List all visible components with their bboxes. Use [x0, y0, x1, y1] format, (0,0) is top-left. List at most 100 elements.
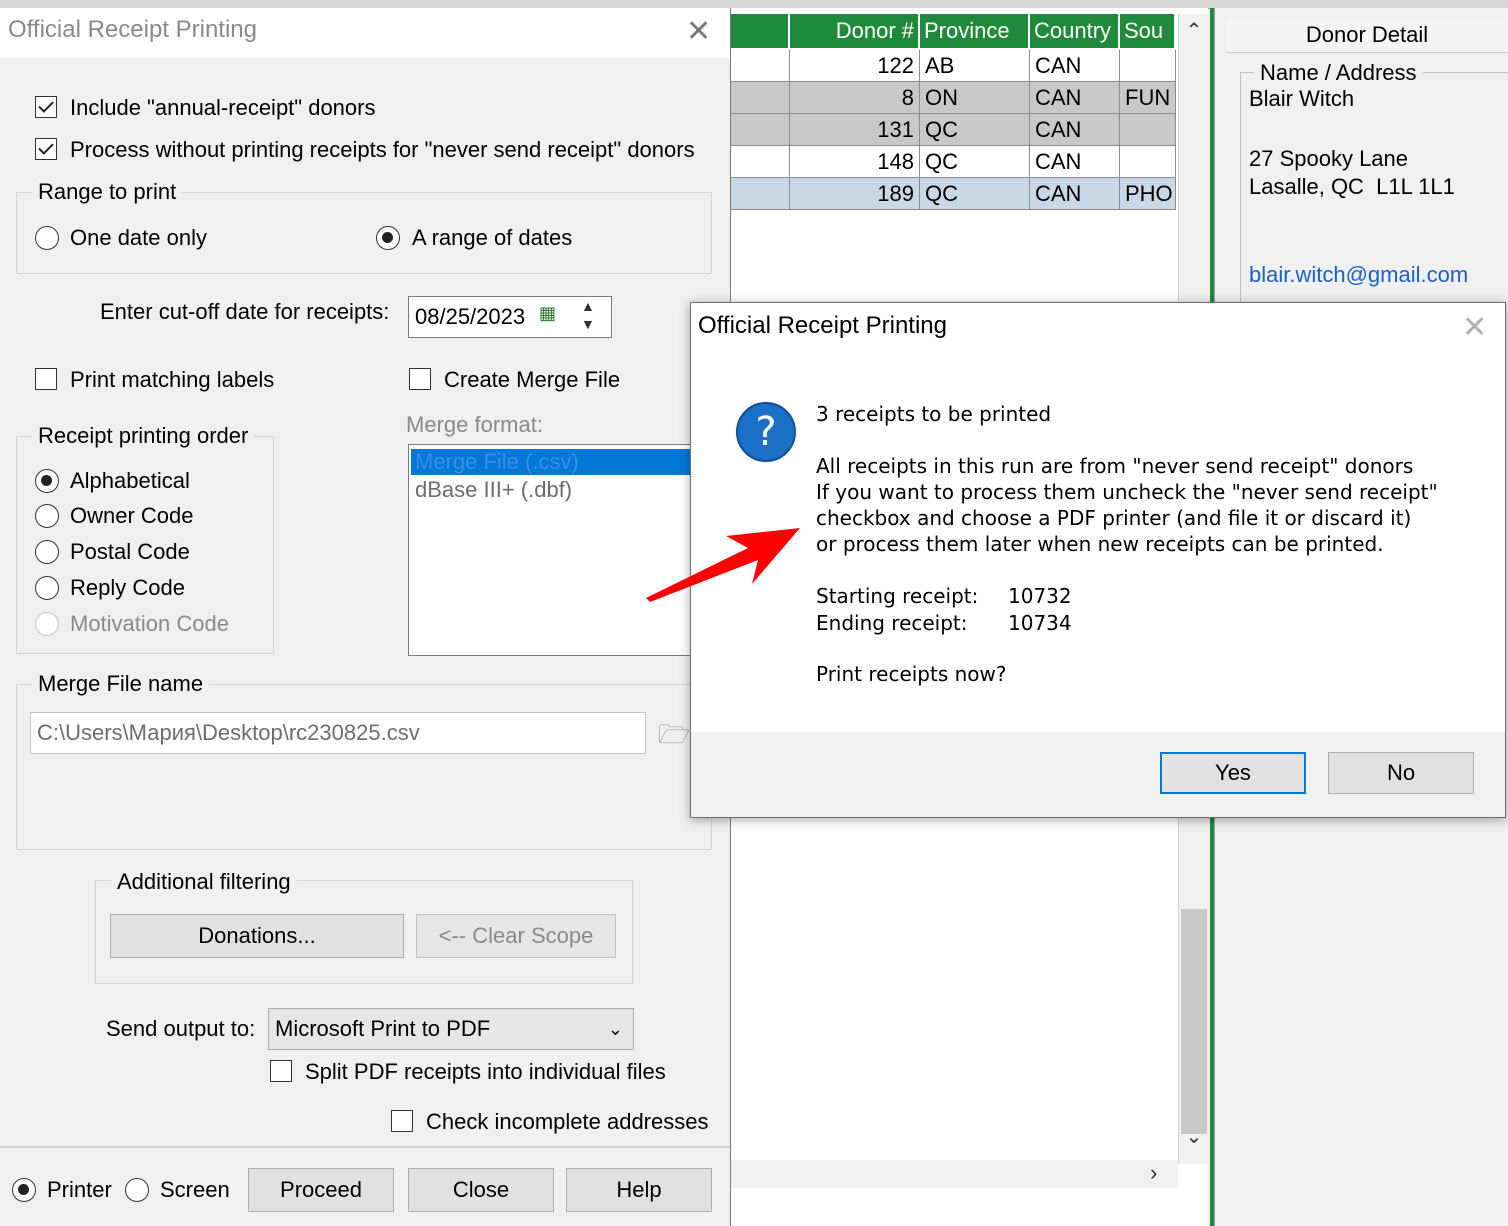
donor-address-line1: 27 Spooky Lane	[1249, 146, 1409, 171]
ending-receipt-value: 10734	[1008, 611, 1072, 635]
donor-name: Blair Witch	[1249, 86, 1355, 111]
range-group-label: Range to print	[32, 179, 183, 205]
donor-email-link[interactable]: blair.witch@gmail.com	[1249, 262, 1468, 288]
message-box-title: Official Receipt Printing	[698, 312, 947, 339]
scroll-right-icon[interactable]: ›	[1150, 1160, 1157, 1186]
col-province[interactable]: Province	[920, 14, 1030, 48]
scroll-up-icon[interactable]: ⌃	[1179, 18, 1209, 43]
col-source[interactable]: Sou	[1120, 14, 1176, 48]
table-row[interactable]: 122 AB CAN	[730, 50, 1176, 82]
cell-donor: 131	[790, 114, 920, 146]
output-screen-radio[interactable]	[125, 1178, 149, 1202]
calendar-icon[interactable]: ▦	[539, 303, 556, 324]
output-printer-value: Microsoft Print to PDF	[275, 1016, 491, 1041]
folder-browse-icon[interactable]: 🗁	[658, 716, 690, 760]
cell-source	[1120, 146, 1176, 178]
output-screen-radio-label: Screen	[160, 1177, 230, 1202]
order-motivation-radio	[35, 612, 59, 636]
cell-source: FUN	[1120, 82, 1176, 114]
split-pdf-label: Split PDF receipts into individual files	[305, 1059, 666, 1084]
bottom-separator	[0, 1146, 730, 1148]
scrollbar-thumb[interactable]	[1181, 909, 1207, 1134]
split-pdf-checkbox[interactable]	[270, 1060, 292, 1082]
message-line-3: checkbox and choose a PDF printer (and f…	[816, 506, 1412, 530]
close-button[interactable]: Close	[408, 1168, 554, 1212]
dialog-title: Official Receipt Printing	[8, 16, 257, 43]
order-alphabetical-radio[interactable]	[35, 469, 59, 493]
merge-format-option-dbf[interactable]: dBase III+ (.dbf)	[415, 477, 572, 503]
col-country[interactable]: Country	[1030, 14, 1120, 48]
process-without-checkbox[interactable]	[35, 138, 57, 160]
proceed-button[interactable]: Proceed	[248, 1168, 394, 1212]
output-printer-radio-label: Printer	[47, 1177, 112, 1202]
cell-province: QC	[920, 178, 1030, 210]
table-row[interactable]: 131 QC CAN	[730, 114, 1176, 146]
merge-name-label: Merge File name	[32, 671, 210, 697]
cell-province: ON	[920, 82, 1030, 114]
order-owner-radio[interactable]	[35, 504, 59, 528]
table-row[interactable]: 148 QC CAN	[730, 146, 1176, 178]
cell-country: CAN	[1030, 50, 1120, 82]
order-group-label: Receipt printing order	[32, 423, 255, 449]
cell-source	[1120, 114, 1176, 146]
starting-receipt-value: 10732	[1008, 584, 1072, 608]
cell-donor: 189	[790, 178, 920, 210]
order-postal-radio[interactable]	[35, 540, 59, 564]
send-output-label: Send output to:	[106, 1016, 256, 1041]
order-owner-label: Owner Code	[70, 503, 194, 528]
grid-horizontal-scrollbar[interactable]: ›	[730, 1160, 1178, 1188]
merge-file-name-input[interactable]: C:\Users\Мария\Desktop\rc230825.csv	[30, 712, 646, 754]
yes-button[interactable]: Yes	[1160, 752, 1306, 794]
check-incomplete-checkbox[interactable]	[391, 1110, 413, 1132]
cell-province: QC	[920, 114, 1030, 146]
help-button[interactable]: Help	[566, 1168, 712, 1212]
print-labels-checkbox[interactable]	[35, 368, 57, 390]
donor-address-line2: Lasalle, QC L1L 1L1	[1249, 174, 1455, 199]
cutoff-date-value: 08/25/2023	[415, 304, 526, 329]
order-reply-label: Reply Code	[70, 575, 185, 600]
grid-header: Donor # Province Country Sou	[730, 14, 1176, 48]
check-incomplete-label: Check incomplete addresses	[426, 1109, 709, 1134]
output-printer-select[interactable]: Microsoft Print to PDF ⌄	[268, 1008, 634, 1050]
create-merge-label: Create Merge File	[444, 367, 621, 392]
cell-donor: 8	[790, 82, 920, 114]
order-reply-radio[interactable]	[35, 576, 59, 600]
no-button[interactable]: No	[1328, 752, 1474, 794]
message-headline: 3 receipts to be printed	[816, 402, 1052, 426]
message-question: Print receipts now?	[816, 662, 1007, 686]
close-icon[interactable]: ✕	[1462, 310, 1487, 345]
cell-donor: 122	[790, 50, 920, 82]
cell-province: AB	[920, 50, 1030, 82]
cell-country: CAN	[1030, 178, 1120, 210]
grid-header-blank	[730, 14, 790, 48]
message-line-1: All receipts in this run are from "never…	[816, 454, 1414, 478]
include-annual-checkbox[interactable]	[35, 96, 57, 118]
scroll-down-icon[interactable]: ⌄	[1179, 1124, 1209, 1149]
date-spinner-icon[interactable]: ▲ ▼	[581, 297, 595, 333]
additional-filter-label: Additional filtering	[111, 869, 297, 895]
question-icon: ?	[736, 402, 796, 462]
order-alphabetical-label: Alphabetical	[70, 468, 190, 493]
col-donor-number[interactable]: Donor #	[790, 14, 920, 48]
ending-receipt-label: Ending receipt:	[816, 611, 968, 635]
annotation-arrow	[646, 528, 800, 602]
starting-receipt-label: Starting receipt:	[816, 584, 979, 608]
cell-country: CAN	[1030, 146, 1120, 178]
clear-scope-button: <-- Clear Scope	[416, 914, 616, 958]
merge-name-group	[16, 684, 712, 850]
table-row[interactable]: 8 ON CAN FUN	[730, 82, 1176, 114]
one-date-radio[interactable]	[35, 226, 59, 250]
donations-button[interactable]: Donations...	[110, 914, 404, 958]
message-line-2: If you want to process them uncheck the …	[816, 480, 1438, 504]
create-merge-checkbox[interactable]	[409, 368, 431, 390]
cell-source: PHO	[1120, 178, 1176, 210]
cell-country: CAN	[1030, 82, 1120, 114]
cell-donor: 148	[790, 146, 920, 178]
cutoff-date-input[interactable]: 08/25/2023 ▦ ▲ ▼	[408, 296, 612, 338]
output-printer-radio[interactable]	[12, 1178, 36, 1202]
merge-format-option-csv[interactable]: Merge File (.csv)	[411, 449, 695, 475]
range-dates-radio[interactable]	[376, 226, 400, 250]
table-row-selected[interactable]: 189 QC CAN PHO	[730, 178, 1176, 210]
cell-source	[1120, 50, 1176, 82]
close-icon[interactable]: ✕	[686, 14, 711, 49]
